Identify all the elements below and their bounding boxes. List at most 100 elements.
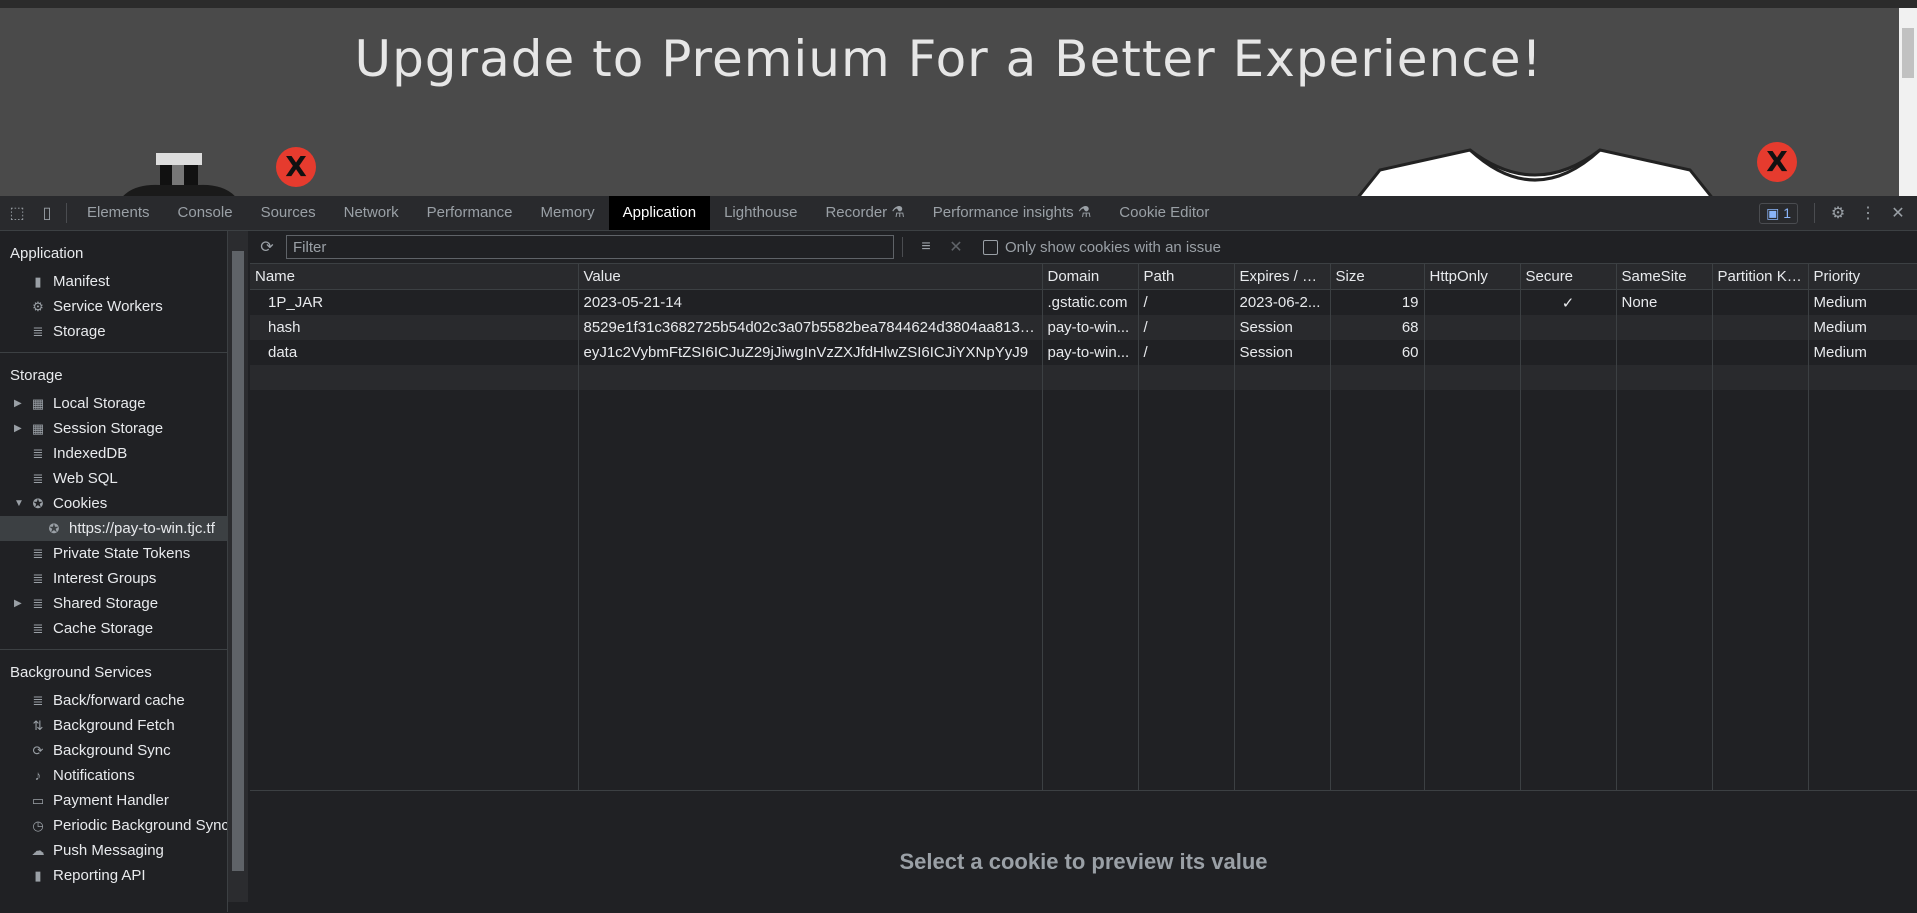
more-options-icon[interactable]: ⋮ xyxy=(1855,200,1881,226)
inspect-element-icon[interactable]: ⬚ xyxy=(4,200,30,226)
close-ad-button-right[interactable]: X xyxy=(1757,142,1797,182)
refresh-icon[interactable]: ⟳ xyxy=(254,234,280,260)
table-row[interactable]: 1P_JAR 2023-05-21-14 .gstatic.com / 2023… xyxy=(250,289,1917,315)
sidebar-item-push-messaging[interactable]: ☁ Push Messaging xyxy=(0,838,227,863)
issues-badge[interactable]: ▣ 1 xyxy=(1759,202,1798,224)
column-header-name[interactable]: Name xyxy=(250,264,579,290)
tab-sources[interactable]: Sources xyxy=(247,196,330,230)
tab-recorder[interactable]: Recorder ⚗ xyxy=(811,196,918,230)
sidebar-item-cookies[interactable]: ▼ ✪ Cookies xyxy=(0,491,227,516)
tab-cookie-editor[interactable]: Cookie Editor xyxy=(1105,196,1223,230)
sidebar-item-reporting-api[interactable]: ▮ Reporting API xyxy=(0,863,227,888)
cell-httponly[interactable] xyxy=(1424,315,1521,340)
sidebar-item-session-storage[interactable]: ▶ ▦ Session Storage xyxy=(0,416,227,441)
close-ad-button-left[interactable]: X xyxy=(276,147,316,187)
cell-partition-key[interactable] xyxy=(1712,289,1809,315)
sidebar-item-local-storage[interactable]: ▶ ▦ Local Storage xyxy=(0,391,227,416)
cell-domain[interactable]: pay-to-win... xyxy=(1042,340,1139,365)
cell-value[interactable]: 8529e1f31c3682725b54d02c3a07b5582bea7844… xyxy=(578,315,1043,340)
sidebar-item-cookie-origin[interactable]: ✪ https://pay-to-win.tjc.tf xyxy=(0,516,227,541)
cell-domain[interactable]: .gstatic.com xyxy=(1042,289,1139,315)
cell-path[interactable]: / xyxy=(1138,289,1235,315)
sidebar-item-background-fetch[interactable]: ⇅ Background Fetch xyxy=(0,713,227,738)
cell-httponly[interactable] xyxy=(1424,340,1521,365)
cell-partition-key[interactable] xyxy=(1712,340,1809,365)
cell-size[interactable]: 68 xyxy=(1330,315,1425,340)
cell-priority[interactable]: Medium xyxy=(1808,340,1917,365)
expand-arrow-icon[interactable]: ▶ xyxy=(14,391,22,416)
column-header-samesite[interactable]: SameSite xyxy=(1616,264,1713,290)
sidebar-item-notifications[interactable]: ♪ Notifications xyxy=(0,763,227,788)
cell-secure[interactable] xyxy=(1520,340,1617,365)
sidebar-item-background-sync[interactable]: ⟳ Background Sync xyxy=(0,738,227,763)
tab-memory[interactable]: Memory xyxy=(527,196,609,230)
sidebar-item-manifest[interactable]: ▮ Manifest xyxy=(0,269,227,294)
tab-network[interactable]: Network xyxy=(330,196,413,230)
clear-filtered-cookies-icon[interactable]: ≡ xyxy=(913,234,939,260)
expand-arrow-icon[interactable]: ▶ xyxy=(14,416,22,441)
sidebar-item-web-sql[interactable]: ≣ Web SQL xyxy=(0,466,227,491)
cell-expires[interactable]: 2023-06-2... xyxy=(1234,289,1331,315)
cell-value[interactable]: 2023-05-21-14 xyxy=(578,289,1043,315)
column-header-httponly[interactable]: HttpOnly xyxy=(1424,264,1521,290)
cell-secure[interactable] xyxy=(1520,315,1617,340)
issues-only-checkbox[interactable]: Only show cookies with an issue xyxy=(983,239,1221,256)
tab-console[interactable]: Console xyxy=(164,196,247,230)
cell-httponly[interactable] xyxy=(1424,289,1521,315)
column-header-path[interactable]: Path xyxy=(1138,264,1235,290)
cell-expires[interactable]: Session xyxy=(1234,315,1331,340)
sidebar-item-storage[interactable]: ≣ Storage xyxy=(0,319,227,344)
collapse-arrow-icon[interactable]: ▼ xyxy=(14,491,24,516)
column-header-domain[interactable]: Domain xyxy=(1042,264,1139,290)
table-row[interactable]: data eyJ1c2VybmFtZSI6ICJuZ29jJiwgInVzZXJ… xyxy=(250,340,1917,365)
table-row[interactable]: hash 8529e1f31c3682725b54d02c3a07b5582be… xyxy=(250,315,1917,340)
cell-name[interactable]: hash xyxy=(250,315,579,340)
cell-secure[interactable]: ✓ xyxy=(1520,289,1617,315)
sidebar-item-cache-storage[interactable]: ≣ Cache Storage xyxy=(0,616,227,641)
cell-priority[interactable]: Medium xyxy=(1808,315,1917,340)
device-toolbar-icon[interactable]: ▯ xyxy=(34,200,60,226)
checkbox-box[interactable] xyxy=(983,239,998,255)
expand-arrow-icon[interactable]: ▶ xyxy=(14,591,22,616)
sidebar-item-back-forward-cache[interactable]: ≣ Back/forward cache xyxy=(0,688,227,713)
tab-elements[interactable]: Elements xyxy=(73,196,164,230)
sidebar-scrollbar[interactable] xyxy=(228,231,248,902)
sidebar-item-payment-handler[interactable]: ▭ Payment Handler xyxy=(0,788,227,813)
cell-priority[interactable]: Medium xyxy=(1808,289,1917,315)
close-devtools-icon[interactable]: ✕ xyxy=(1885,200,1911,226)
cell-samesite[interactable] xyxy=(1616,315,1713,340)
settings-gear-icon[interactable]: ⚙ xyxy=(1825,200,1851,226)
cell-partition-key[interactable] xyxy=(1712,315,1809,340)
column-header-partition-key[interactable]: Partition Key xyxy=(1712,264,1809,290)
sidebar-item-service-workers[interactable]: ⚙ Service Workers xyxy=(0,294,227,319)
sidebar-item-periodic-background-sync[interactable]: ◷ Periodic Background Sync xyxy=(0,813,227,838)
column-header-size[interactable]: Size xyxy=(1330,264,1425,290)
page-scrollbar[interactable] xyxy=(1899,8,1917,196)
sidebar-item-interest-groups[interactable]: ≣ Interest Groups xyxy=(0,566,227,591)
cell-size[interactable]: 60 xyxy=(1330,340,1425,365)
cell-size[interactable]: 19 xyxy=(1330,289,1425,315)
column-header-secure[interactable]: Secure xyxy=(1520,264,1617,290)
cell-samesite[interactable] xyxy=(1616,340,1713,365)
cell-expires[interactable]: Session xyxy=(1234,340,1331,365)
column-header-value[interactable]: Value xyxy=(578,264,1043,290)
cell-samesite[interactable]: None xyxy=(1616,289,1713,315)
cell-domain[interactable]: pay-to-win... xyxy=(1042,315,1139,340)
tab-performance[interactable]: Performance xyxy=(413,196,527,230)
sidebar-item-indexeddb[interactable]: ≣ IndexedDB xyxy=(0,441,227,466)
sidebar-item-private-state-tokens[interactable]: ≣ Private State Tokens xyxy=(0,541,227,566)
cell-path[interactable]: / xyxy=(1138,315,1235,340)
tab-lighthouse[interactable]: Lighthouse xyxy=(710,196,811,230)
cell-name[interactable]: 1P_JAR xyxy=(250,289,579,315)
cookie-filter-input[interactable] xyxy=(286,235,894,259)
table-icon: ▦ xyxy=(31,421,45,436)
tab-performance-insights[interactable]: Performance insights ⚗ xyxy=(919,196,1106,230)
sidebar-item-shared-storage[interactable]: ▶ ≣ Shared Storage xyxy=(0,591,227,616)
column-header-priority[interactable]: Priority xyxy=(1808,264,1917,290)
tab-application[interactable]: Application xyxy=(608,196,711,230)
column-header-expires[interactable]: Expires / M... xyxy=(1234,264,1331,290)
delete-selected-icon[interactable]: ✕ xyxy=(943,234,969,260)
cell-name[interactable]: data xyxy=(250,340,579,365)
cell-path[interactable]: / xyxy=(1138,340,1235,365)
cell-value[interactable]: eyJ1c2VybmFtZSI6ICJuZ29jJiwgInVzZXJfdHlw… xyxy=(578,340,1043,365)
